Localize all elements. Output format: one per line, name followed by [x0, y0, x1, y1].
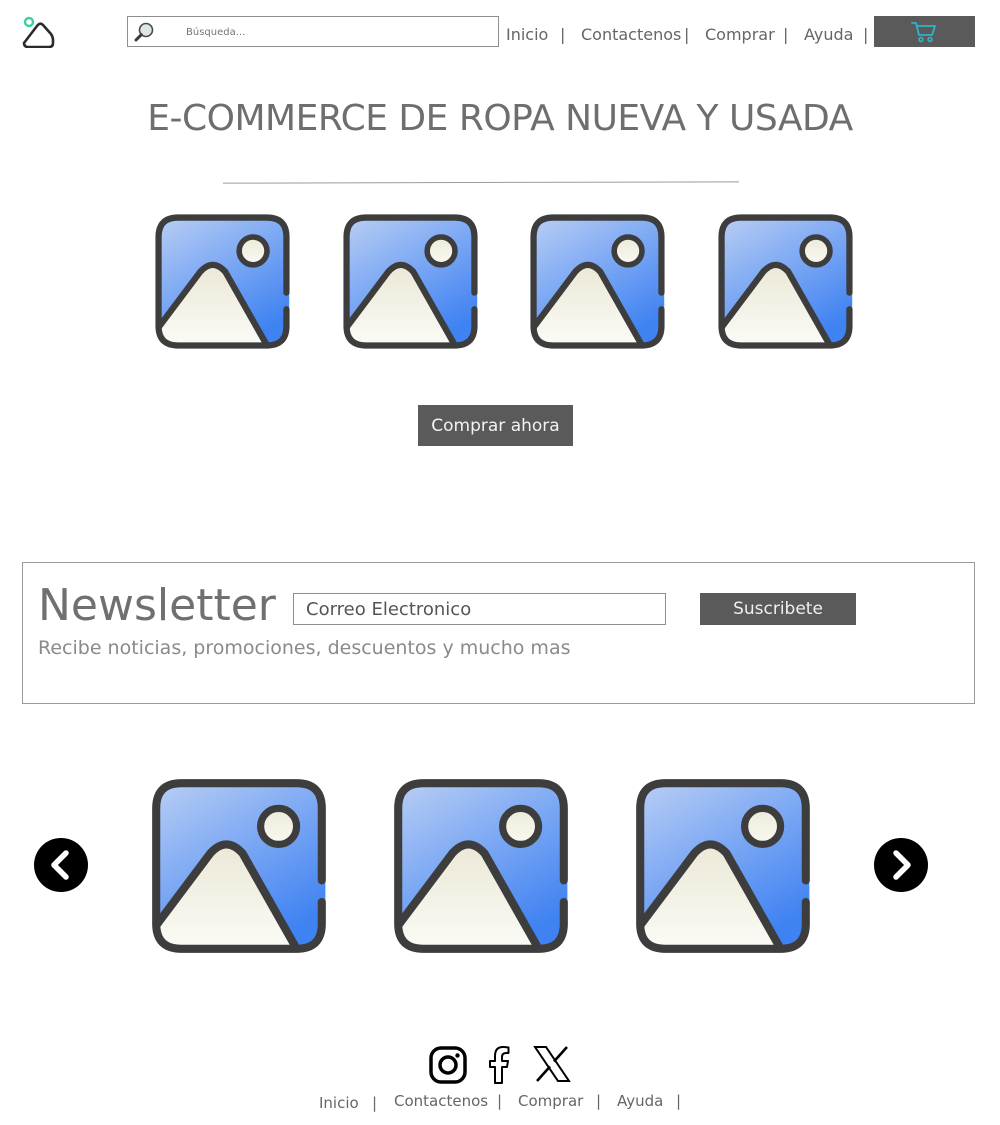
carousel-prev-button[interactable]	[34, 838, 88, 892]
logo-icon	[22, 16, 55, 49]
buy-now-button[interactable]: Comprar ahora	[418, 405, 573, 446]
instagram-icon[interactable]	[428, 1045, 468, 1085]
footer-separator: |	[497, 1092, 503, 1110]
cart-button[interactable]	[874, 16, 975, 47]
newsletter-title: Newsletter	[38, 580, 276, 631]
x-icon[interactable]	[533, 1045, 571, 1083]
nav-contactenos[interactable]: Contactenos	[581, 22, 681, 46]
footer-nav-inicio[interactable]: Inicio	[319, 1092, 359, 1114]
nav-separator: |	[684, 24, 690, 44]
carousel-next-button[interactable]	[874, 838, 928, 892]
nav-ayuda[interactable]: Ayuda	[804, 22, 853, 46]
logo[interactable]	[20, 16, 56, 49]
product-image-placeholder-icon[interactable]	[341, 212, 480, 351]
nav-separator: |	[783, 24, 789, 44]
divider	[222, 181, 740, 184]
email-field[interactable]	[293, 593, 666, 625]
cart-icon	[911, 22, 936, 43]
footer-separator: |	[596, 1092, 602, 1110]
chevron-right-icon	[893, 850, 911, 880]
facebook-icon[interactable]	[486, 1045, 512, 1085]
chevron-left-icon	[51, 850, 69, 880]
subscribe-button[interactable]: Suscribete	[700, 593, 856, 625]
search-box	[127, 16, 499, 47]
nav-inicio[interactable]: Inicio	[506, 22, 548, 46]
footer-nav-ayuda[interactable]: Ayuda	[617, 1090, 663, 1112]
product-image-placeholder-icon[interactable]	[716, 212, 855, 351]
carousel-image-placeholder-icon[interactable]	[391, 776, 571, 956]
footer-nav-comprar[interactable]: Comprar	[518, 1090, 583, 1112]
newsletter-subtitle: Recibe noticias, promociones, descuentos…	[38, 637, 571, 659]
product-image-placeholder-icon[interactable]	[153, 212, 292, 351]
nav-separator: |	[560, 24, 566, 44]
search-icon[interactable]	[133, 21, 155, 43]
nav-comprar[interactable]: Comprar	[705, 22, 775, 46]
footer-separator: |	[372, 1094, 378, 1112]
footer-nav-contactenos[interactable]: Contactenos	[394, 1090, 488, 1112]
footer-separator: |	[676, 1092, 682, 1110]
nav-separator: |	[863, 24, 869, 44]
carousel-image-placeholder-icon[interactable]	[633, 776, 813, 956]
product-image-placeholder-icon[interactable]	[528, 212, 667, 351]
page-title: E-COMMERCE DE ROPA NUEVA Y USADA	[147, 98, 853, 139]
search-input[interactable]	[186, 22, 486, 42]
carousel-image-placeholder-icon[interactable]	[149, 776, 329, 956]
